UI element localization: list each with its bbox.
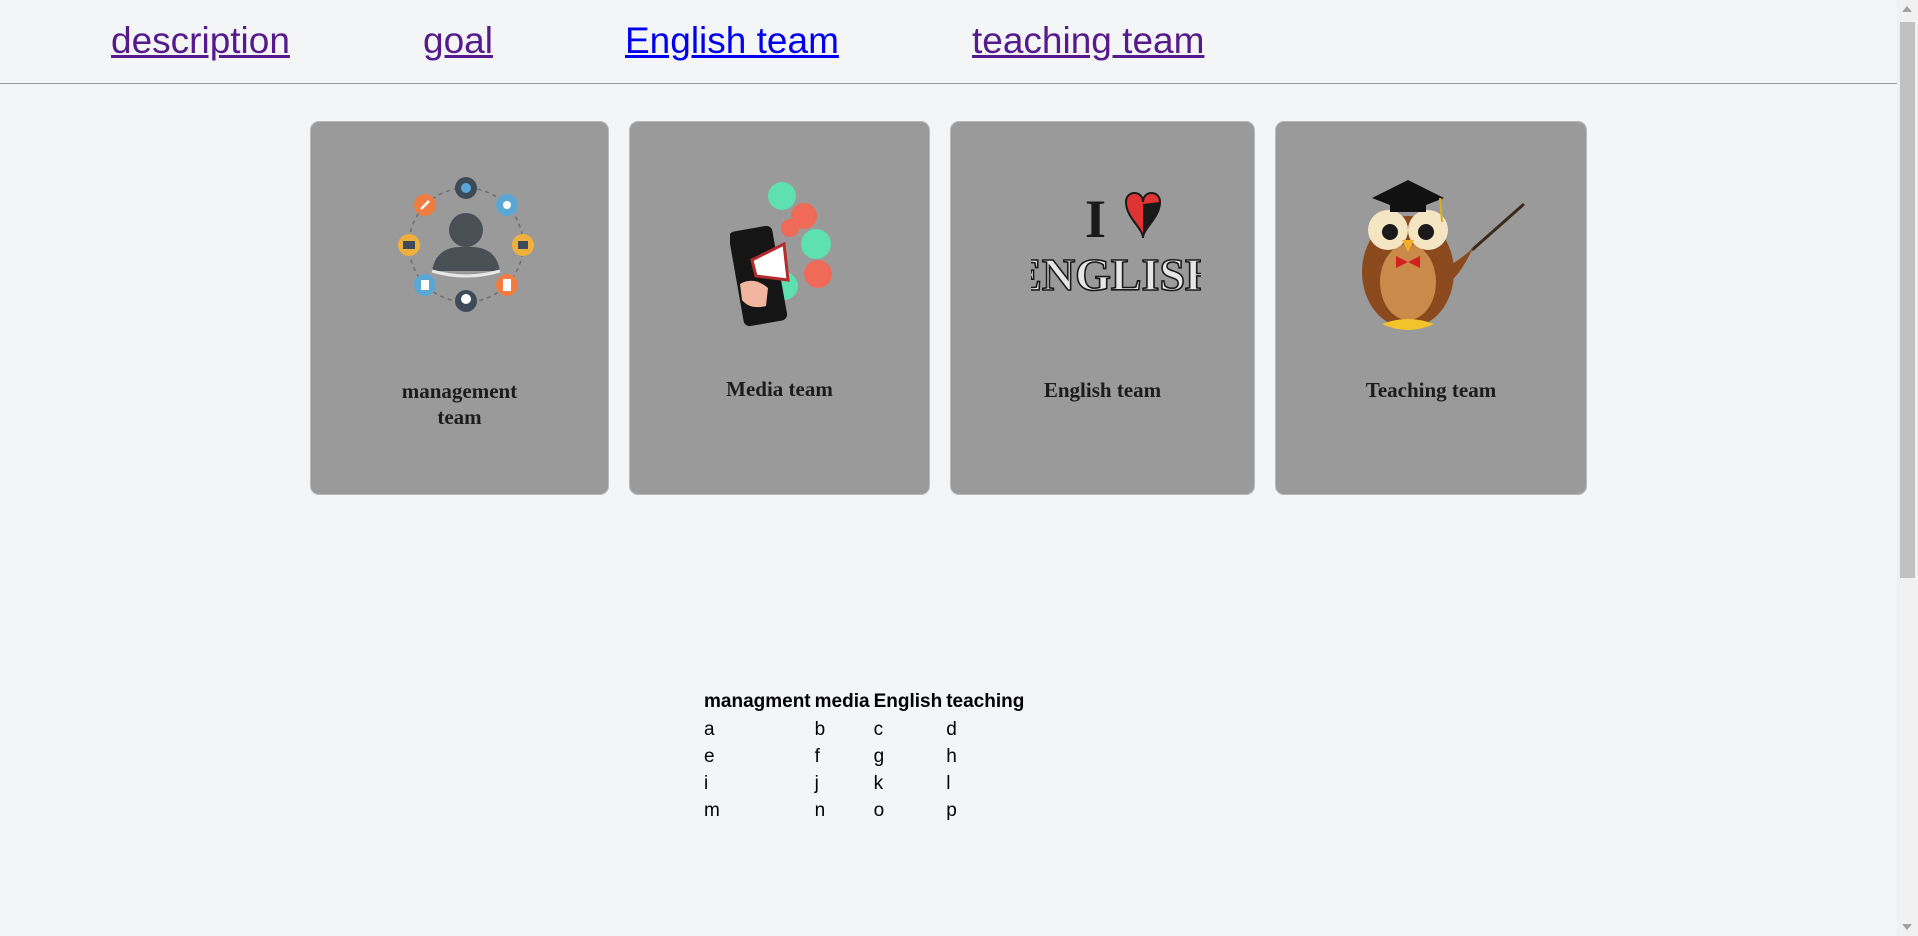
table-cell: e [704,745,715,767]
nav-link-goal[interactable]: goal [423,18,493,64]
table-header-row: managment media English teaching [702,688,1026,716]
management-team-icon [398,177,534,312]
table-cell: f [814,745,820,767]
table-header-cell: media [814,691,870,712]
table-cell: p [946,799,957,821]
card-teaching-team[interactable]: Teaching team [1275,121,1587,495]
card-english-team[interactable]: I ENGLISH English team [950,121,1255,495]
nav-link-english-team[interactable]: English team [625,18,839,64]
table-cell: o [873,799,885,821]
table-cell: a [704,718,715,740]
table-row: a b c d [702,716,1026,743]
scroll-down-arrow-icon[interactable] [1902,924,1912,930]
card-caption: management team [401,379,518,429]
nav-link-teaching-team[interactable]: teaching team [972,18,1204,64]
logo-letter: I [1085,189,1106,249]
card-caption: Teaching team [1365,378,1497,402]
teams-table: managment media English teaching a b c d… [702,688,1026,824]
top-nav: description goal English team teaching t… [0,0,1897,84]
scroll-up-arrow-icon[interactable] [1902,6,1912,12]
card-caption: English team [1043,378,1162,402]
megaphone-icon [730,182,832,327]
table-cell: l [946,772,951,794]
table-cell: g [873,745,885,767]
owl-teacher-icon [1362,180,1525,330]
nav-link-description[interactable]: description [111,18,290,64]
table-cell: b [814,718,826,740]
card-caption: Media team [726,377,833,401]
table-cell: i [704,772,709,794]
card-media-team[interactable]: Media team [629,121,930,495]
table-row: m n o p [702,797,1026,824]
i-love-english-icon: I ENGLISH [1031,189,1201,301]
table-row: e f g h [702,743,1026,770]
table-cell: m [704,799,720,821]
table-cell: k [873,772,884,794]
table-cell: c [873,718,884,740]
table-cell: j [814,772,819,794]
table-header-cell: teaching [946,691,1025,712]
table-cell: n [814,799,826,821]
logo-word: ENGLISH [1031,249,1201,300]
table-cell: d [946,718,957,740]
table-header-cell: English [873,691,943,712]
scrollbar-thumb[interactable] [1900,22,1915,578]
table-cell: h [946,745,957,767]
vertical-scrollbar[interactable] [1897,0,1918,936]
table-header-cell: managment [704,691,811,712]
card-management-team[interactable]: management team [310,121,609,495]
table-row: i j k l [702,770,1026,797]
